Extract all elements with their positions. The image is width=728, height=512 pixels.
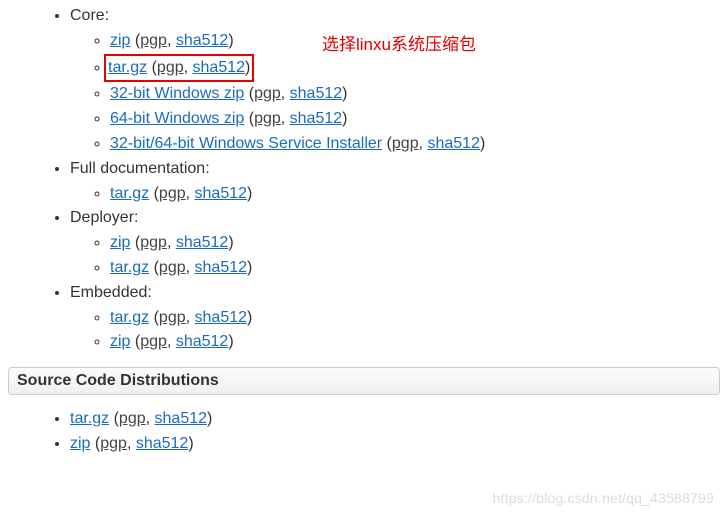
download-lists: Core: zip (pgp, sha512) tar.gz (pgp, sha… — [0, 0, 728, 457]
sha512-link[interactable]: sha512 — [195, 309, 248, 326]
pgp-link[interactable]: pgp — [159, 259, 186, 276]
pgp-link[interactable]: pgp — [159, 185, 186, 202]
category-label: Deployer: — [70, 209, 138, 226]
download-link-zip[interactable]: zip — [110, 333, 130, 350]
sha512-link[interactable]: sha512 — [176, 234, 229, 251]
sha512-link[interactable]: sha512 — [193, 59, 246, 76]
list-item: zip (pgp, sha512) — [70, 432, 728, 457]
sha512-link[interactable]: sha512 — [195, 185, 248, 202]
sha512-link[interactable]: sha512 — [195, 259, 248, 276]
sha512-link[interactable]: sha512 — [427, 135, 480, 152]
category-label: Full documentation: — [70, 160, 210, 177]
pgp-link[interactable]: pgp — [254, 110, 281, 127]
category-label: Embedded: — [70, 284, 152, 301]
sha512-link[interactable]: sha512 — [136, 435, 189, 452]
pgp-link[interactable]: pgp — [100, 435, 127, 452]
sha512-link[interactable]: sha512 — [290, 110, 343, 127]
download-link-targz[interactable]: tar.gz — [110, 185, 149, 202]
pgp-link[interactable]: pgp — [140, 333, 167, 350]
download-link-service-installer[interactable]: 32-bit/64-bit Windows Service Installer — [110, 135, 382, 152]
category-label: Core: — [70, 7, 109, 24]
list-item: tar.gz (pgp, sha512) — [110, 256, 728, 281]
download-link-win64[interactable]: 64-bit Windows zip — [110, 110, 244, 127]
sha512-link[interactable]: sha512 — [290, 85, 343, 102]
pgp-link[interactable]: pgp — [140, 32, 167, 49]
pgp-link[interactable]: pgp — [159, 309, 186, 326]
download-link-targz[interactable]: tar.gz — [110, 309, 149, 326]
list-item: tar.gz (pgp, sha512) — [110, 306, 728, 331]
category-core: Core: zip (pgp, sha512) tar.gz (pgp, sha… — [70, 4, 728, 157]
download-link-win32[interactable]: 32-bit Windows zip — [110, 85, 244, 102]
category-fulldoc: Full documentation: tar.gz (pgp, sha512) — [70, 157, 728, 207]
pgp-link[interactable]: pgp — [392, 135, 419, 152]
sha512-link[interactable]: sha512 — [176, 32, 229, 49]
download-link-zip[interactable]: zip — [70, 435, 90, 452]
download-link-targz[interactable]: tar.gz — [110, 259, 149, 276]
download-link-targz[interactable]: tar.gz — [108, 59, 147, 76]
list-item-highlighted: tar.gz (pgp, sha512) — [110, 54, 728, 83]
category-deployer: Deployer: zip (pgp, sha512) tar.gz (pgp,… — [70, 206, 728, 280]
download-link-targz[interactable]: tar.gz — [70, 410, 109, 427]
list-item: zip (pgp, sha512) — [110, 330, 728, 355]
sha512-link[interactable]: sha512 — [155, 410, 208, 427]
list-item: 32-bit Windows zip (pgp, sha512) — [110, 82, 728, 107]
list-item: 64-bit Windows zip (pgp, sha512) — [110, 107, 728, 132]
pgp-link[interactable]: pgp — [157, 59, 184, 76]
list-item: tar.gz (pgp, sha512) — [110, 182, 728, 207]
annotation-text: 选择linxu系统压缩包 — [322, 30, 476, 55]
watermark-text: https://blog.csdn.net/qq_43588799 — [493, 490, 714, 506]
sha512-link[interactable]: sha512 — [176, 333, 229, 350]
list-item: tar.gz (pgp, sha512) — [70, 407, 728, 432]
list-item: zip (pgp, sha512) — [110, 231, 728, 256]
pgp-link[interactable]: pgp — [119, 410, 146, 427]
category-embedded: Embedded: tar.gz (pgp, sha512) zip (pgp,… — [70, 281, 728, 355]
section-header-source: Source Code Distributions — [8, 367, 720, 395]
pgp-link[interactable]: pgp — [140, 234, 167, 251]
download-link-zip[interactable]: zip — [110, 234, 130, 251]
download-link-zip[interactable]: zip — [110, 32, 130, 49]
list-item: 32-bit/64-bit Windows Service Installer … — [110, 132, 728, 157]
pgp-link[interactable]: pgp — [254, 85, 281, 102]
highlight-box: tar.gz (pgp, sha512) — [104, 54, 254, 83]
